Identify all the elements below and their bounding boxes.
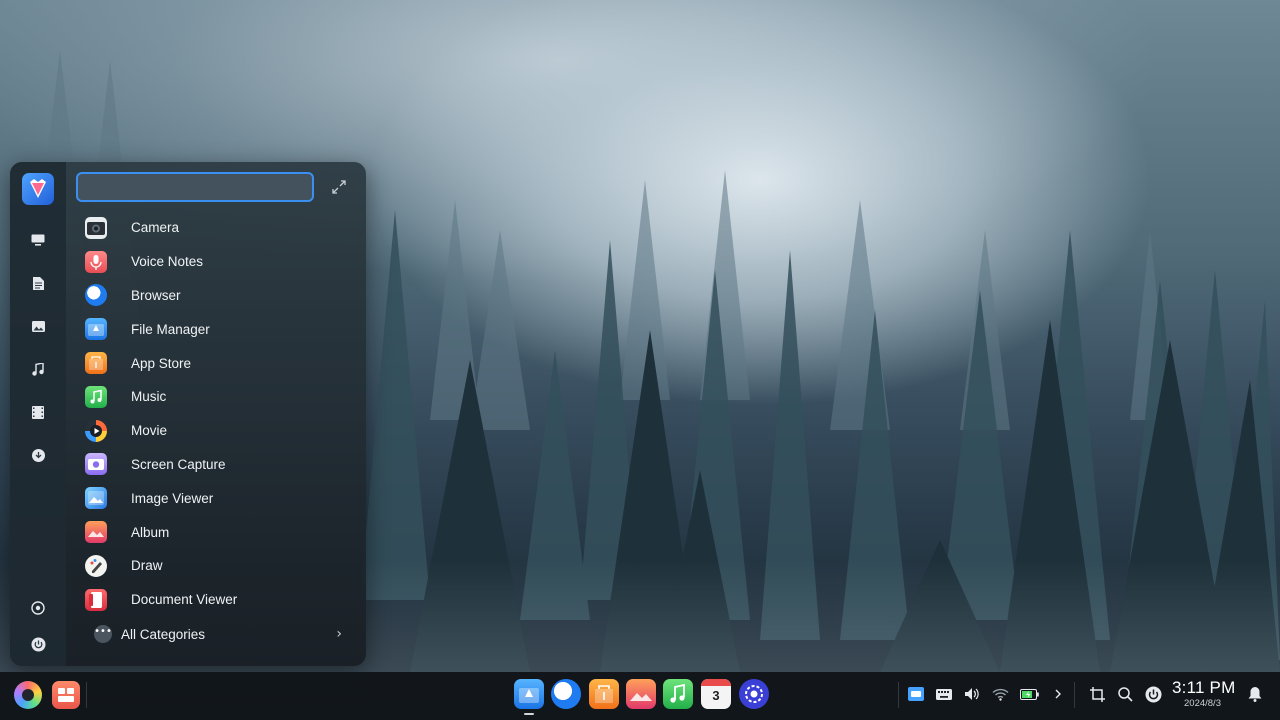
app-label: Draw — [131, 558, 163, 574]
app-item-app-store[interactable]: App Store — [76, 346, 358, 380]
power-icon[interactable] — [26, 632, 50, 656]
app-item-browser[interactable]: Browser — [76, 279, 358, 313]
search-icon[interactable] — [1115, 684, 1135, 704]
app-item-draw[interactable]: Draw — [76, 549, 358, 583]
app-item-document-viewer[interactable]: Document Viewer — [76, 583, 358, 617]
screenshot-crop-icon[interactable] — [1087, 684, 1107, 704]
picture-icon[interactable] — [26, 314, 50, 338]
keyboard-icon[interactable] — [934, 684, 954, 704]
multitask-view-icon[interactable] — [52, 681, 80, 709]
settings-icon[interactable] — [26, 596, 50, 620]
app-item-file-manager[interactable]: File Manager — [76, 312, 358, 346]
search-input[interactable] — [76, 172, 314, 202]
album-icon[interactable] — [626, 679, 656, 709]
notification-center-icon[interactable] — [906, 684, 926, 704]
music-note-icon[interactable] — [26, 357, 50, 381]
app-label: Album — [131, 524, 170, 540]
app-label: App Store — [131, 355, 192, 371]
app-item-album[interactable]: Album — [76, 515, 358, 549]
wifi-icon[interactable] — [990, 684, 1010, 704]
control-center-icon[interactable] — [739, 679, 769, 709]
app-item-movie[interactable]: Movie — [76, 414, 358, 448]
app-item-music[interactable]: Music — [76, 380, 358, 414]
document-viewer-icon — [85, 588, 107, 611]
app-item-camera[interactable]: Camera — [76, 211, 358, 245]
movie-icon — [85, 419, 107, 442]
app-store-icon — [85, 352, 107, 375]
taskbar-dock: 3 3:11 PM 2024/8/3 — [0, 672, 1280, 720]
launcher-sidebar — [10, 162, 66, 666]
file-manager-icon — [85, 318, 107, 341]
system-logo-icon[interactable] — [22, 173, 54, 205]
battery-icon[interactable] — [1019, 684, 1039, 704]
power-icon[interactable] — [1143, 684, 1163, 704]
browser-icon[interactable] — [551, 679, 581, 709]
all-categories-button[interactable]: ••• All Categories › — [76, 620, 358, 648]
notification-bell-icon[interactable] — [1245, 684, 1265, 704]
app-store-icon[interactable] — [589, 679, 619, 709]
screen-capture-icon — [85, 453, 107, 476]
calendar-icon[interactable]: 3 — [701, 679, 731, 709]
image-viewer-icon — [85, 487, 107, 510]
chevron-right-icon: › — [336, 626, 342, 642]
voice-notes-icon — [85, 250, 107, 273]
app-item-voice-notes[interactable]: Voice Notes — [76, 245, 358, 279]
app-label: Movie — [131, 423, 168, 439]
camera-icon — [85, 216, 107, 239]
document-icon[interactable] — [26, 271, 50, 295]
app-label: Voice Notes — [131, 254, 204, 270]
app-list: Camera Voice Notes Browser File Manager … — [76, 211, 358, 617]
all-categories-label: All Categories — [121, 626, 206, 642]
app-label: Image Viewer — [131, 490, 214, 506]
calendar-day: 3 — [712, 688, 720, 703]
app-label: Screen Capture — [131, 456, 226, 472]
volume-icon[interactable] — [962, 684, 982, 704]
dock-separator — [86, 682, 87, 708]
draw-icon — [85, 554, 107, 577]
app-launcher: Camera Voice Notes Browser File Manager … — [10, 162, 366, 666]
browser-icon — [85, 284, 107, 307]
app-label: Document Viewer — [131, 592, 238, 608]
clock-date[interactable]: 2024/8/3 — [1184, 698, 1221, 709]
app-label: Music — [131, 389, 167, 405]
film-icon[interactable] — [26, 400, 50, 424]
dock-separator — [1074, 682, 1075, 708]
launcher-button-icon[interactable] — [14, 681, 42, 709]
album-icon — [85, 521, 107, 544]
music-icon — [85, 385, 107, 408]
app-item-image-viewer[interactable]: Image Viewer — [76, 481, 358, 515]
download-icon[interactable] — [26, 443, 50, 467]
more-dots-icon: ••• — [94, 625, 112, 643]
music-icon[interactable] — [663, 679, 693, 709]
app-item-screen-capture[interactable]: Screen Capture — [76, 448, 358, 482]
fullscreen-expand-icon[interactable] — [330, 178, 348, 196]
app-label: Camera — [131, 220, 180, 236]
expand-tray-icon[interactable] — [1048, 684, 1068, 704]
desktop-icon[interactable] — [26, 228, 50, 252]
clock-time[interactable]: 3:11 PM — [1172, 678, 1235, 698]
dock-separator — [898, 682, 899, 708]
app-label: Browser — [131, 287, 181, 303]
app-label: File Manager — [131, 321, 210, 337]
running-indicator — [524, 713, 534, 715]
file-manager-icon[interactable] — [514, 679, 544, 709]
